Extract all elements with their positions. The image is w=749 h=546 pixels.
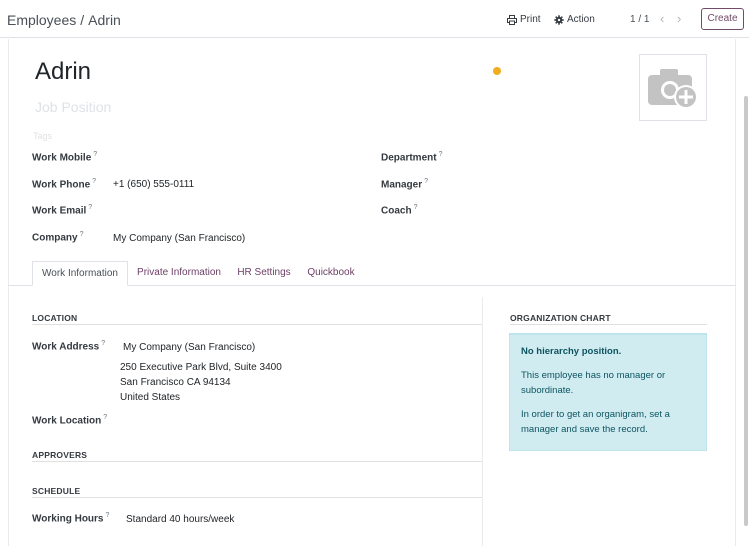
help-icon[interactable]: ? [103, 414, 107, 421]
work-email-label: Work Email? [32, 204, 92, 216]
job-position-field[interactable]: Job Position [35, 99, 111, 115]
work-mobile-label: Work Mobile? [32, 151, 97, 163]
work-location-label-text: Work Location [32, 415, 102, 427]
help-icon[interactable]: ? [424, 178, 428, 185]
breadcrumb-separator: / [80, 12, 85, 28]
org-chart-message-1: This employee has no manager or subordin… [521, 370, 666, 396]
breadcrumb-current: Adrin [88, 12, 121, 28]
presence-status-dot [493, 67, 501, 75]
tab-work-information[interactable]: Work Information [32, 261, 128, 286]
help-icon[interactable]: ? [414, 204, 418, 211]
coach-label-text: Coach [381, 205, 412, 217]
work-location-label: Work Location? [32, 414, 107, 426]
notebook-tabs: Work Information Private Information HR … [8, 261, 736, 286]
tab-private-information[interactable]: Private Information [132, 261, 226, 286]
company-label-text: Company [32, 232, 78, 244]
work-mobile-label-text: Work Mobile [32, 152, 92, 164]
section-divider [32, 497, 482, 498]
form-sheet [8, 39, 736, 546]
department-field[interactable] [460, 151, 700, 163]
department-label-text: Department [381, 152, 437, 164]
working-hours-label: Working Hours? [32, 512, 109, 524]
work-phone-field[interactable]: +1 (650) 555-0111 [113, 179, 194, 190]
work-phone-label-text: Work Phone [32, 179, 91, 191]
work-mobile-field[interactable] [113, 151, 343, 163]
chevron-left-icon[interactable]: ‹ [660, 11, 664, 26]
work-phone-label: Work Phone? [32, 178, 96, 190]
address-line-1: 250 Executive Park Blvd, Suite 3400 [120, 362, 282, 373]
org-chart-heading: No hierarchy position. [521, 346, 622, 357]
section-divider [32, 461, 482, 462]
help-icon[interactable]: ? [439, 151, 443, 158]
help-icon[interactable]: ? [80, 231, 84, 238]
working-hours-field[interactable]: Standard 40 hours/week [126, 514, 234, 525]
help-icon[interactable]: ? [92, 178, 96, 185]
work-address-label-text: Work Address [32, 341, 100, 353]
work-location-field[interactable] [123, 414, 463, 426]
breadcrumb-employees-link[interactable]: Employees [7, 12, 76, 28]
org-chart-title: ORGANIZATION CHART [510, 313, 611, 323]
camera-add-icon [648, 69, 698, 109]
control-panel: Employees / Adrin Print Action 1 / 1 ‹ › C… [0, 0, 749, 38]
help-icon[interactable]: ? [88, 204, 92, 211]
section-divider [510, 324, 707, 325]
work-email-label-text: Work Email [32, 205, 87, 217]
working-hours-label-text: Working Hours [32, 513, 104, 525]
work-address-field[interactable]: My Company (San Francisco) [123, 342, 255, 353]
work-address-label: Work Address? [32, 340, 105, 352]
department-label: Department? [381, 151, 442, 163]
action-button[interactable]: Action [554, 14, 595, 25]
coach-label: Coach? [381, 204, 417, 216]
column-divider [482, 297, 483, 546]
help-icon[interactable]: ? [101, 340, 105, 347]
print-icon [507, 14, 517, 25]
print-label: Print [520, 14, 541, 25]
manager-field[interactable] [460, 178, 700, 190]
address-line-3: United States [120, 392, 181, 403]
employee-name-field[interactable]: Adrin [35, 58, 91, 86]
gear-icon [554, 14, 564, 25]
help-icon[interactable]: ? [93, 151, 97, 158]
coach-field[interactable] [460, 204, 700, 216]
section-divider [32, 324, 482, 325]
company-field[interactable]: My Company (San Francisco) [113, 233, 245, 244]
manager-label: Manager? [381, 178, 428, 190]
company-label: Company? [32, 231, 83, 243]
employee-photo[interactable] [639, 54, 707, 121]
work-email-field[interactable] [113, 205, 343, 217]
org-chart-info-box: No hierarchy position. This employee has… [509, 333, 707, 451]
schedule-section-title: SCHEDULE [32, 486, 81, 496]
pager-value[interactable]: 1 / 1 [630, 14, 649, 25]
tab-quickbook[interactable]: Quickbook [302, 261, 360, 286]
manager-label-text: Manager [381, 179, 423, 191]
print-button[interactable]: Print [507, 14, 541, 25]
address-line-2: San Francisco CA 94134 [120, 377, 231, 388]
tab-hr-settings[interactable]: HR Settings [232, 261, 296, 286]
help-icon[interactable]: ? [105, 512, 109, 519]
tags-field[interactable]: Tags [33, 131, 52, 141]
scrollbar[interactable] [744, 96, 748, 526]
create-button[interactable]: Create [701, 8, 744, 30]
action-label: Action [567, 14, 595, 25]
breadcrumb: Employees / Adrin [7, 12, 121, 28]
org-chart-message-2: In order to get an organigram, set a man… [521, 409, 670, 435]
chevron-right-icon[interactable]: › [677, 11, 681, 26]
location-section-title: LOCATION [32, 313, 78, 323]
approvers-section-title: APPROVERS [32, 450, 88, 460]
